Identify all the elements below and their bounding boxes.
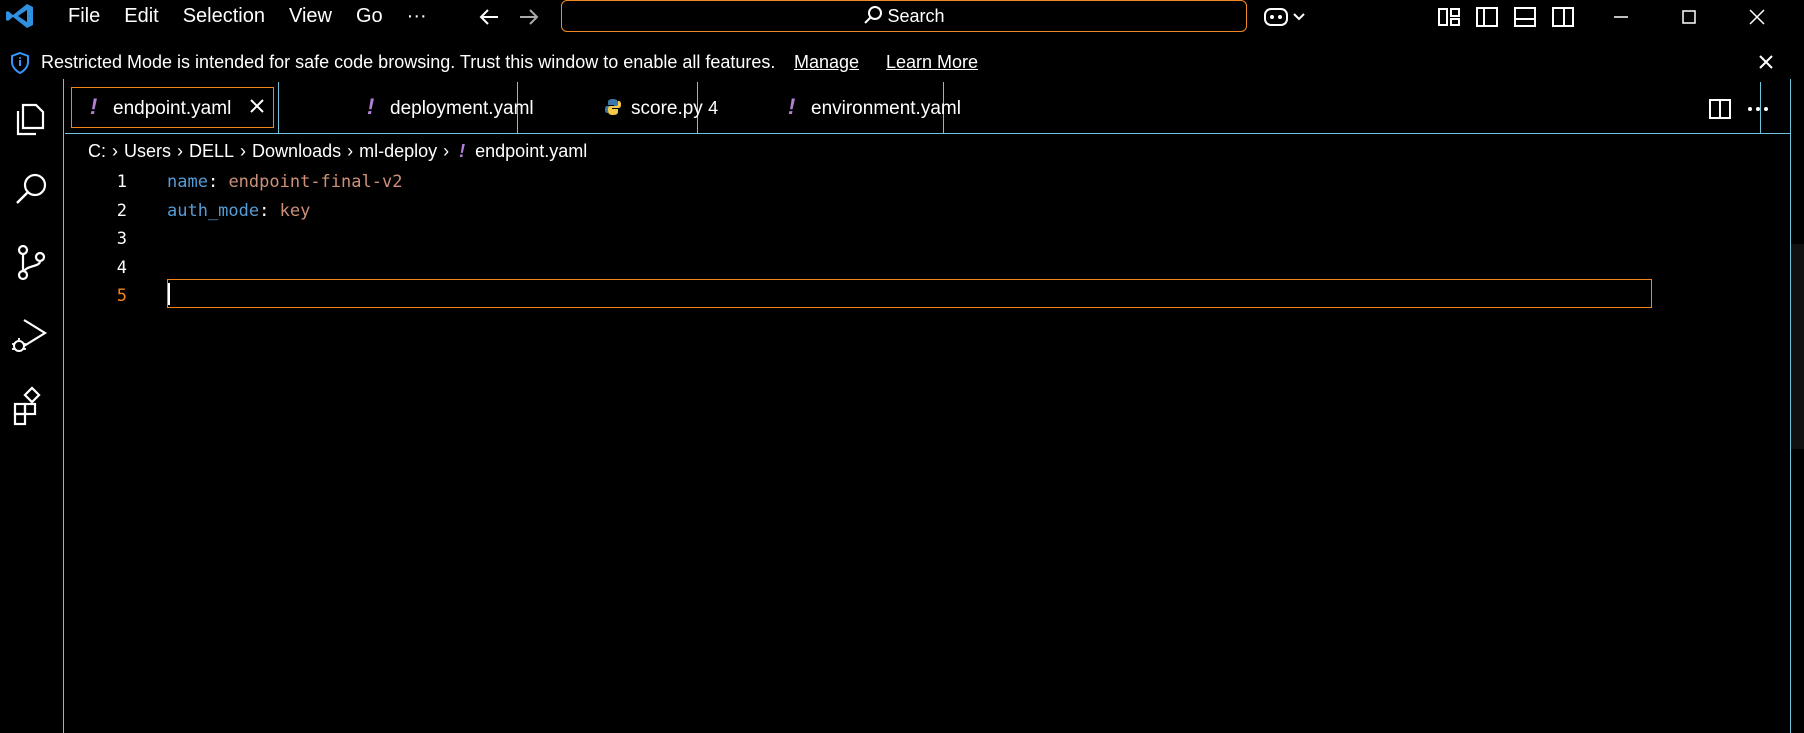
yaml-file-icon: ! bbox=[459, 140, 466, 161]
breadcrumb-ml-deploy[interactable]: ml-deploy bbox=[359, 141, 437, 162]
more-actions-icon[interactable] bbox=[1745, 96, 1771, 122]
manage-link[interactable]: Manage bbox=[794, 52, 859, 73]
toggle-secondary-sidebar-icon[interactable] bbox=[1550, 3, 1576, 31]
breadcrumb-downloads[interactable]: Downloads bbox=[252, 141, 341, 162]
tab-deployment-yaml[interactable]: ! deployment.yaml bbox=[279, 82, 534, 134]
tab-label: deployment.yaml bbox=[390, 98, 534, 119]
command-center-label: Search bbox=[562, 5, 1246, 27]
customize-layout-icon[interactable] bbox=[1436, 3, 1462, 31]
split-editor-icon[interactable] bbox=[1707, 96, 1733, 122]
go-back-icon[interactable] bbox=[474, 4, 504, 30]
vscode-logo-icon bbox=[6, 4, 33, 28]
search-label: Search bbox=[887, 6, 945, 26]
close-window-icon[interactable] bbox=[1742, 3, 1772, 31]
chevron-right-icon: › bbox=[347, 140, 354, 161]
maximize-icon[interactable] bbox=[1674, 3, 1704, 31]
breadcrumb-file[interactable]: endpoint.yaml bbox=[475, 141, 587, 162]
menu-bar: File Edit Selection View Go ··· bbox=[56, 0, 439, 33]
minimize-icon[interactable] bbox=[1606, 3, 1636, 31]
yaml-file-icon: ! bbox=[367, 94, 375, 119]
breadcrumb: C: › Users › DELL › Downloads › ml-deplo… bbox=[88, 139, 587, 163]
tab-score-py[interactable]: score.py 4 bbox=[518, 82, 718, 134]
yaml-file-icon: ! bbox=[788, 94, 796, 119]
breadcrumb-dell[interactable]: DELL bbox=[189, 141, 234, 162]
current-line-highlight bbox=[167, 279, 1652, 308]
search-icon bbox=[864, 6, 883, 24]
yaml-separator: : bbox=[259, 201, 280, 221]
line-number: 2 bbox=[116, 201, 127, 221]
line-number: 1 bbox=[116, 172, 127, 192]
close-tab-icon[interactable] bbox=[247, 96, 267, 116]
explorer-icon[interactable] bbox=[6, 93, 56, 143]
go-forward-icon[interactable] bbox=[514, 4, 544, 30]
toggle-primary-sidebar-icon[interactable] bbox=[1474, 3, 1500, 31]
extensions-icon[interactable] bbox=[6, 381, 56, 431]
toggle-panel-icon[interactable] bbox=[1512, 3, 1538, 31]
activity-bar bbox=[0, 79, 64, 733]
close-banner-icon[interactable] bbox=[1751, 47, 1781, 77]
tab-label-text: score.py bbox=[631, 98, 703, 119]
source-control-icon[interactable] bbox=[6, 237, 56, 287]
line-number: 4 bbox=[116, 258, 127, 278]
search-view-icon[interactable] bbox=[6, 165, 56, 215]
learn-more-link[interactable]: Learn More bbox=[886, 52, 978, 73]
offscreen-window-strip bbox=[1791, 244, 1804, 449]
chevron-right-icon: › bbox=[177, 140, 184, 161]
copilot-icon[interactable] bbox=[1262, 3, 1308, 31]
yaml-value: endpoint-final-v2 bbox=[228, 172, 403, 192]
menu-more[interactable]: ··· bbox=[395, 5, 439, 28]
banner-message: Restricted Mode is intended for safe cod… bbox=[41, 52, 776, 72]
yaml-key: auth_mode bbox=[167, 201, 260, 221]
chevron-right-icon: › bbox=[112, 140, 118, 161]
code-line: auth_mode: key bbox=[167, 201, 310, 221]
editor-tabs: ! endpoint.yaml ! deployment.yaml score.… bbox=[65, 82, 1790, 134]
python-icon bbox=[605, 99, 621, 115]
yaml-file-icon: ! bbox=[90, 94, 98, 119]
menu-selection[interactable]: Selection bbox=[171, 5, 277, 28]
run-and-debug-icon[interactable] bbox=[6, 309, 56, 359]
code-editor[interactable]: 1 2 3 4 5 name: endpoint-final-v2 auth_m… bbox=[65, 166, 1790, 733]
tab-environment-yaml[interactable]: ! environment.yaml bbox=[698, 82, 961, 134]
breadcrumb-drive[interactable]: C: bbox=[88, 141, 106, 162]
yaml-key: name bbox=[167, 172, 208, 192]
title-bar: File Edit Selection View Go ··· Search bbox=[0, 0, 1804, 33]
shield-icon bbox=[11, 51, 29, 75]
restricted-mode-banner: Restricted Mode is intended for safe cod… bbox=[0, 45, 1790, 79]
menu-edit[interactable]: Edit bbox=[112, 5, 170, 28]
menu-go[interactable]: Go bbox=[344, 5, 395, 28]
tab-label: endpoint.yaml bbox=[113, 98, 232, 119]
tab-label: environment.yaml bbox=[811, 98, 961, 119]
code-line: name: endpoint-final-v2 bbox=[167, 172, 402, 192]
breadcrumb-users[interactable]: Users bbox=[124, 141, 171, 162]
command-center-search[interactable]: Search bbox=[561, 0, 1247, 32]
menu-view[interactable]: View bbox=[277, 5, 344, 28]
tab-endpoint-yaml[interactable]: ! endpoint.yaml bbox=[65, 82, 279, 134]
yaml-separator: : bbox=[207, 172, 229, 192]
text-cursor bbox=[168, 283, 170, 305]
line-number: 3 bbox=[116, 229, 127, 249]
chevron-right-icon: › bbox=[240, 140, 247, 161]
line-number-current: 5 bbox=[116, 286, 127, 306]
yaml-value: key bbox=[279, 201, 311, 221]
menu-file[interactable]: File bbox=[56, 5, 112, 28]
chevron-right-icon: › bbox=[443, 140, 450, 161]
